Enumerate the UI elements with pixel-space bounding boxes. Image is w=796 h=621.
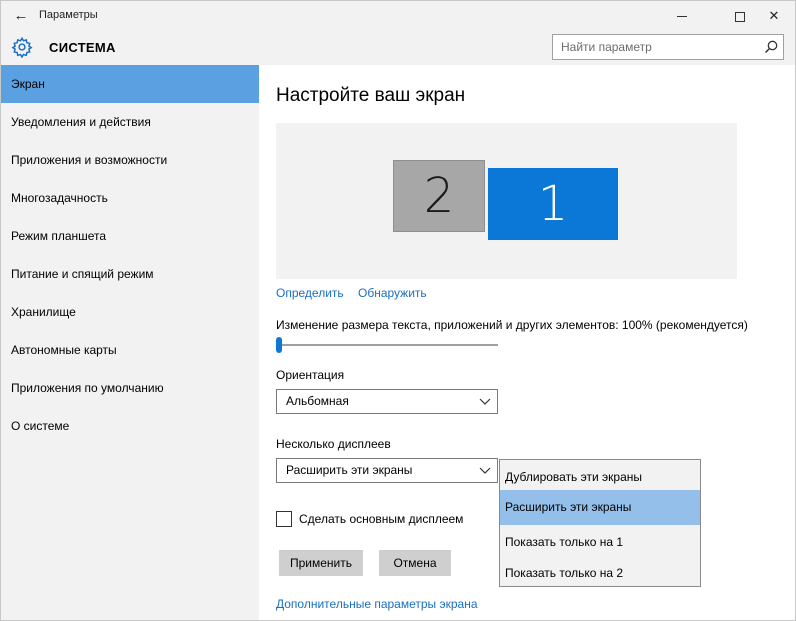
search-box[interactable] [552,34,784,60]
window-title: Параметры [39,9,98,21]
cancel-button[interactable]: Отмена [379,550,451,576]
close-button[interactable]: ✕ [751,1,795,31]
sidebar-item-power[interactable]: Питание и спящий режим [1,255,259,293]
sidebar-item-multitasking[interactable]: Многозадачность [1,179,259,217]
orientation-label: Ориентация [276,368,345,382]
settings-window: ← Параметры ✕ СИСТЕМА Экран Уведомления … [0,0,796,621]
back-arrow-icon[interactable]: ← [9,5,33,27]
multiple-displays-label: Несколько дисплеев [276,437,391,451]
identify-link[interactable]: Определить [276,286,344,300]
scale-slider[interactable] [278,344,498,346]
section-title: Настройте ваш экран [276,85,466,106]
maximize-icon [735,11,745,22]
display-preview: 2 1 [276,123,737,279]
monitor-2[interactable]: 2 [393,160,485,232]
sidebar-item-notifications[interactable]: Уведомления и действия [1,103,259,141]
make-main-checkbox[interactable] [276,511,292,527]
app-header: СИСТЕМА [1,31,795,65]
monitor-1[interactable]: 1 [488,168,618,240]
gear-icon [11,36,33,58]
sidebar-item-about[interactable]: О системе [1,407,259,445]
minimize-button[interactable] [659,1,705,31]
scale-label: Изменение размера текста, приложений и д… [276,318,748,332]
page-title: СИСТЕМА [49,40,116,55]
minimize-icon [677,16,687,18]
scrollbar[interactable] [787,65,795,620]
advanced-settings-link[interactable]: Дополнительные параметры экрана [276,597,478,611]
sidebar-item-display[interactable]: Экран [1,65,259,103]
title-bar: ← Параметры ✕ [1,1,795,31]
orientation-value: Альбомная [286,394,349,408]
main-content: Настройте ваш экран 2 1 Определить Обнар… [259,65,787,620]
make-main-label: Сделать основным дисплеем [299,512,464,526]
slider-thumb[interactable] [276,337,282,353]
sidebar-item-tablet-mode[interactable]: Режим планшета [1,217,259,255]
sidebar: Экран Уведомления и действия Приложения … [1,65,259,620]
chevron-down-icon [479,398,491,405]
dropdown-option-extend[interactable]: Расширить эти экраны [500,490,700,525]
sidebar-item-apps[interactable]: Приложения и возможности [1,141,259,179]
multiple-displays-select[interactable]: Расширить эти экраны [276,458,498,483]
dropdown-option-only-1[interactable]: Показать только на 1 [500,525,700,560]
sidebar-item-storage[interactable]: Хранилище [1,293,259,331]
chevron-down-icon [479,467,491,474]
apply-button[interactable]: Применить [279,550,363,576]
orientation-select[interactable]: Альбомная [276,389,498,414]
sidebar-item-default-apps[interactable]: Приложения по умолчанию [1,369,259,407]
multiple-displays-dropdown: Дублировать эти экраны Расширить эти экр… [499,459,701,587]
search-icon[interactable] [763,39,779,55]
sidebar-item-offline-maps[interactable]: Автономные карты [1,331,259,369]
search-input[interactable] [553,35,753,59]
dropdown-option-only-2[interactable]: Показать только на 2 [500,560,700,587]
detect-link[interactable]: Обнаружить [358,286,427,300]
multiple-displays-value: Расширить эти экраны [286,463,413,477]
